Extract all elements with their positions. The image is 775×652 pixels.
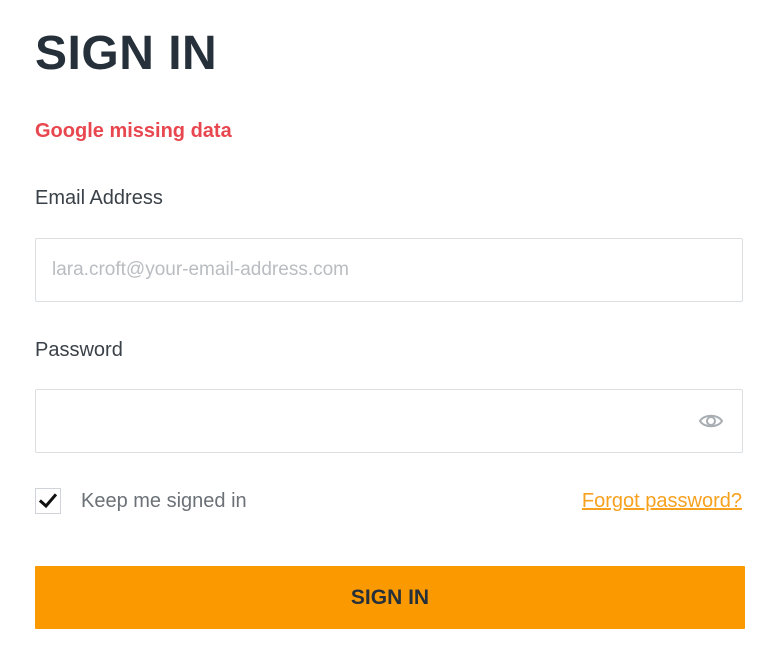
sign-in-button[interactable]: SIGN IN: [35, 566, 745, 629]
keep-signed-in-option[interactable]: Keep me signed in: [35, 484, 247, 518]
page-title: SIGN IN: [35, 27, 218, 80]
email-field[interactable]: [36, 239, 742, 301]
password-field-container: [35, 389, 743, 453]
password-field[interactable]: [36, 390, 742, 452]
keep-signed-in-checkbox[interactable]: [35, 488, 61, 514]
checkmark-icon: [39, 493, 57, 509]
email-label: Email Address: [35, 187, 163, 209]
keep-signed-in-label: Keep me signed in: [81, 490, 247, 512]
error-message: Google missing data: [35, 120, 232, 142]
eye-icon[interactable]: [698, 410, 724, 432]
email-field-container: [35, 238, 743, 302]
password-label: Password: [35, 339, 123, 361]
forgot-password-link[interactable]: Forgot password?: [582, 489, 742, 513]
